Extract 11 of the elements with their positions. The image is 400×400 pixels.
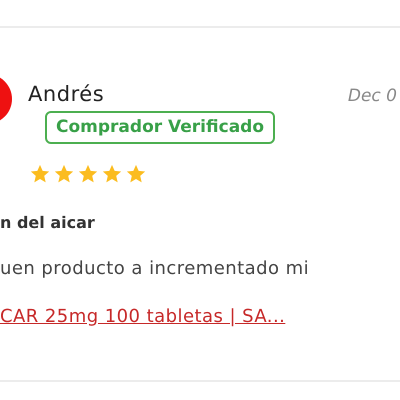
star-icon [53,163,75,185]
star-icon [125,163,147,185]
star-icon [29,163,51,185]
review-title: n del aicar [0,212,96,234]
verified-badge: Comprador Verificado [45,110,276,144]
review-date: Dec 0 [348,85,397,108]
star-icon [101,163,123,185]
star-icon [77,163,99,185]
review-text: uen producto a incrementado mi [0,257,310,281]
product-link[interactable]: CAR 25mg 100 tabletas | SA... [0,306,286,327]
reviewer-name: Andrés [28,81,104,108]
